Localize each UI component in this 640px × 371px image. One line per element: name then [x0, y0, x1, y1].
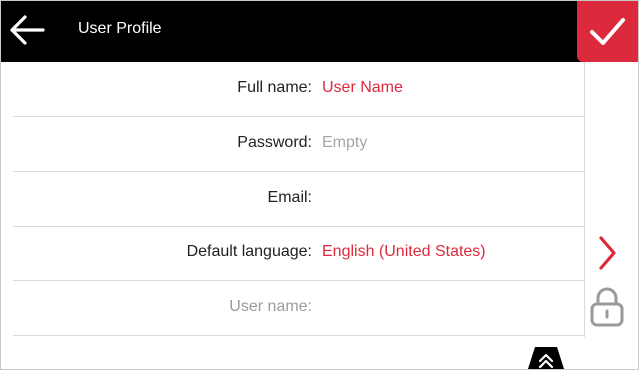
- checkmark-icon: [590, 18, 625, 45]
- arrow-left-icon: [10, 15, 45, 45]
- user-name-label: User name:: [229, 298, 312, 315]
- full-name-row[interactable]: Full name: User Name: [13, 62, 584, 117]
- password-field[interactable]: Empty: [322, 134, 367, 152]
- user-name-row: User name:: [13, 281, 584, 336]
- scroll-to-top-button[interactable]: [527, 347, 565, 369]
- header-bar: User Profile: [1, 1, 638, 62]
- default-language-label: Default language:: [186, 243, 312, 260]
- confirm-button[interactable]: [577, 1, 638, 62]
- email-row[interactable]: Email:: [13, 172, 584, 227]
- chevron-right-icon: [599, 236, 616, 270]
- default-language-value[interactable]: English (United States): [322, 243, 486, 261]
- default-language-row[interactable]: Default language: English (United States…: [13, 226, 584, 281]
- lock-icon: [589, 286, 625, 328]
- user-profile-screen: User Profile Full name: User Name Passwo…: [0, 0, 639, 370]
- full-name-label: Full name:: [237, 79, 312, 96]
- column-divider: [584, 62, 585, 337]
- language-select-button[interactable]: [594, 234, 620, 272]
- full-name-value[interactable]: User Name: [322, 79, 403, 97]
- double-chevron-up-icon: [527, 347, 565, 369]
- email-label: Email:: [267, 189, 312, 206]
- page-title: User Profile: [78, 20, 162, 37]
- password-row[interactable]: Password: Empty: [13, 117, 584, 172]
- back-button[interactable]: [9, 13, 47, 47]
- password-label: Password:: [237, 134, 312, 151]
